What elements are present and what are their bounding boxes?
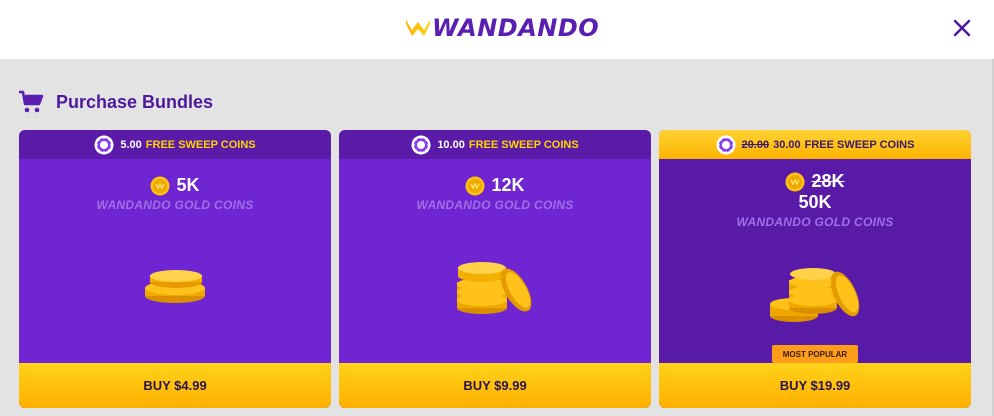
logo-text: WANDANDO xyxy=(432,13,599,43)
gold-coin-icon xyxy=(785,172,805,191)
section-title: Purchase Bundles xyxy=(56,91,214,112)
sweep-chip-icon xyxy=(94,135,114,154)
bundle-card: 10.00 FREE SWEEP COINS 12K WANDANDO GOLD… xyxy=(339,130,651,408)
sweep-label: FREE SWEEP COINS xyxy=(145,138,256,151)
sweep-amount: 10.00 xyxy=(437,138,465,151)
sweep-amount: 5.00 xyxy=(120,138,142,151)
gold-coins-info: 12K WANDANDO GOLD COINS xyxy=(339,175,651,212)
sweep-coins-bar: 5.00 FREE SWEEP COINS xyxy=(19,130,331,159)
bundle-card: 5.00 FREE SWEEP COINS 5K WANDANDO GOLD C… xyxy=(19,130,331,408)
buy-button[interactable]: BUY $19.99 xyxy=(659,363,971,408)
section-heading: Purchase Bundles xyxy=(18,88,213,116)
buy-button[interactable]: BUY $4.99 xyxy=(19,363,331,408)
most-popular-badge: MOST POPULAR xyxy=(772,345,858,363)
sweep-label: FREE SWEEP COINS xyxy=(804,138,915,151)
gold-coin-icon xyxy=(150,176,170,195)
coins-stack-image xyxy=(770,268,860,322)
gold-label: WANDANDO GOLD COINS xyxy=(736,215,894,229)
gold-label: WANDANDO GOLD COINS xyxy=(416,198,574,212)
cart-icon xyxy=(19,90,44,113)
coins-stack-image xyxy=(145,270,205,303)
bundle-card-featured: 20.00 30.00 FREE SWEEP COINS 28K 50K WAN… xyxy=(659,130,971,408)
sweep-chip-icon xyxy=(716,135,736,154)
coins-stack-image xyxy=(457,262,532,314)
sweep-old-amount: 20.00 xyxy=(741,138,770,151)
gold-amount: 50K xyxy=(798,192,832,212)
gold-old-amount: 28K xyxy=(811,171,845,191)
sweep-amount: 30.00 xyxy=(773,138,801,151)
gold-amount: 12K xyxy=(491,175,525,195)
gold-amount: 5K xyxy=(176,175,200,195)
sweep-label: FREE SWEEP COINS xyxy=(468,138,579,151)
buy-button[interactable]: BUY $9.99 xyxy=(339,363,651,408)
sweep-chip-icon xyxy=(411,135,431,154)
gold-coins-info: 5K WANDANDO GOLD COINS xyxy=(19,175,331,212)
sweep-coins-bar: 20.00 30.00 FREE SWEEP COINS xyxy=(659,130,971,159)
logo-wordmark: WANDANDO xyxy=(432,14,600,42)
gold-coin-icon xyxy=(465,176,485,195)
gold-label: WANDANDO GOLD COINS xyxy=(96,198,254,212)
top-bar: WANDANDO xyxy=(0,0,994,59)
gold-coins-info: 28K 50K WANDANDO GOLD COINS xyxy=(659,171,971,229)
close-icon[interactable] xyxy=(950,16,974,40)
sweep-coins-bar: 10.00 FREE SWEEP COINS xyxy=(339,130,651,159)
